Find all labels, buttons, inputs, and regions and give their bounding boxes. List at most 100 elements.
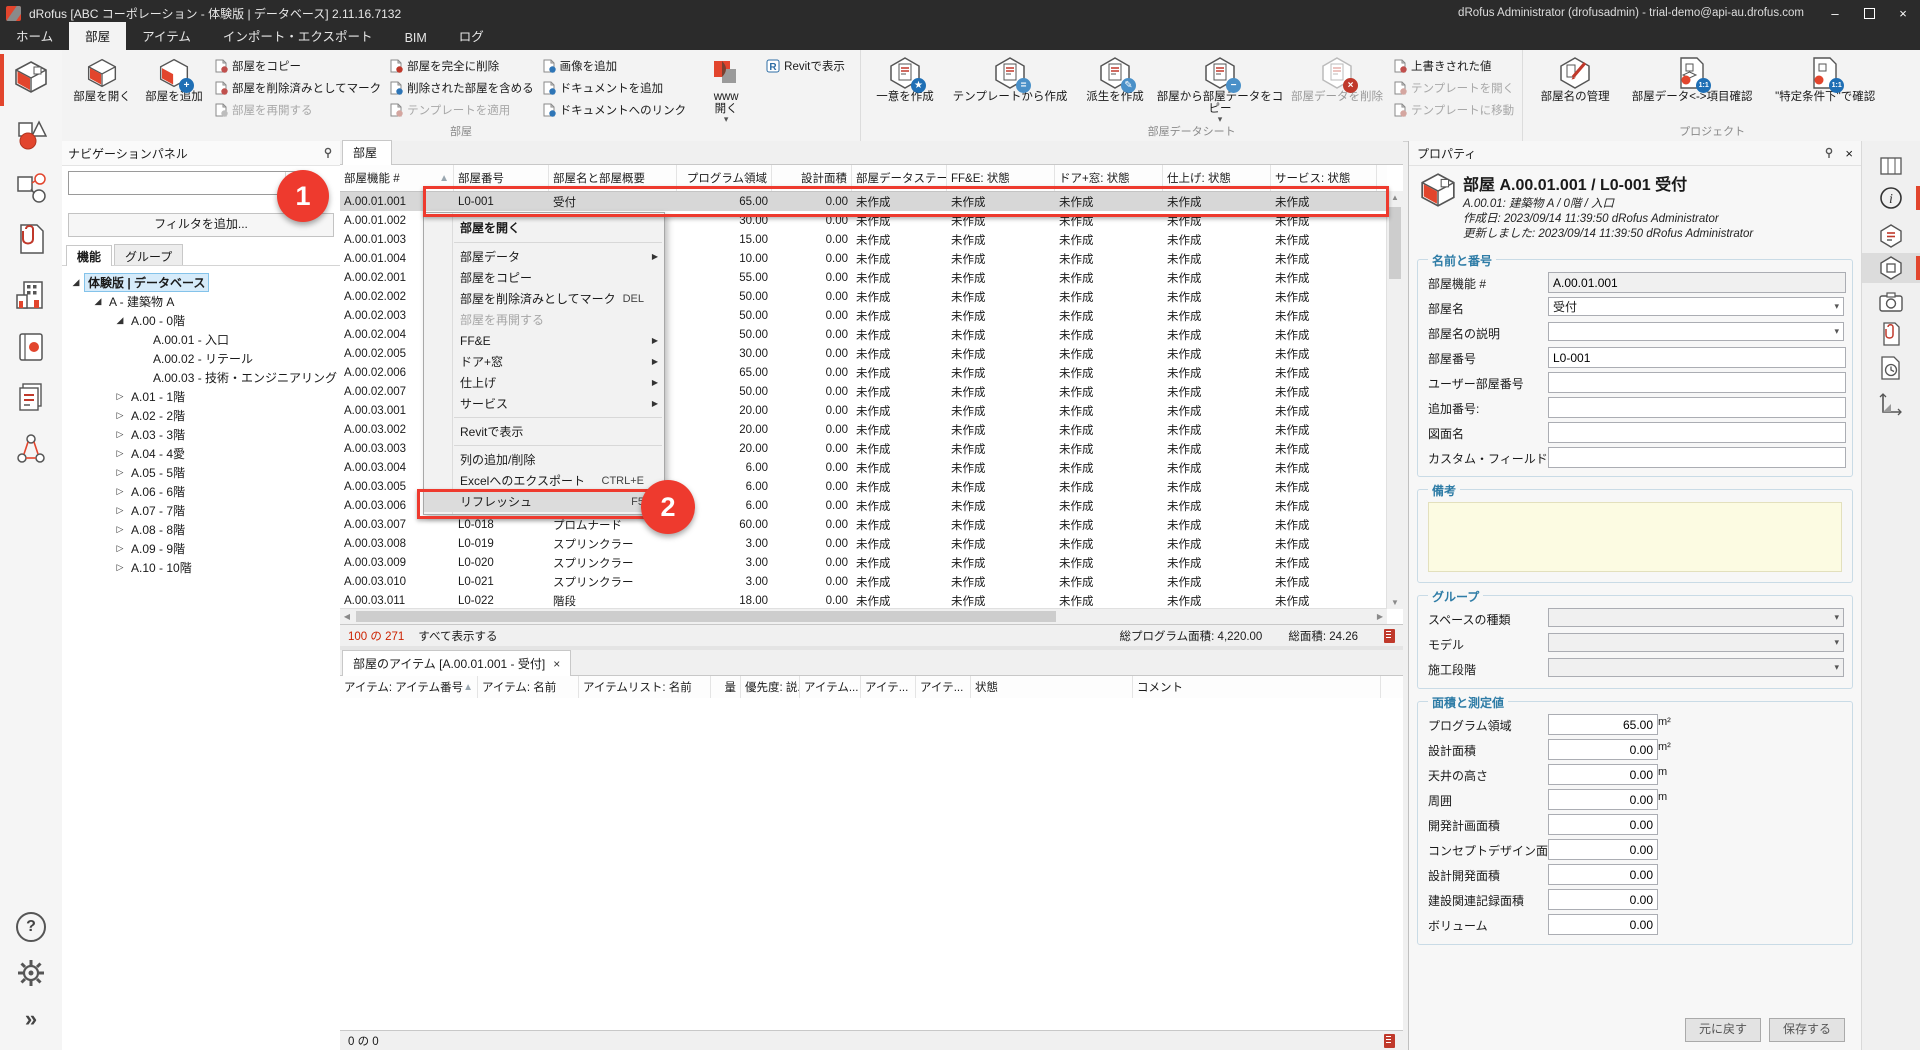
tree-item[interactable]: A.00.01 - 入口: [62, 330, 340, 349]
ribbon-button[interactable]: ×部屋データを削除: [1285, 52, 1389, 103]
tree-item[interactable]: ▷A.02 - 2階: [62, 406, 340, 425]
menu-tab-1[interactable]: 部屋: [69, 22, 126, 50]
search-input[interactable]: [73, 173, 285, 193]
context-menu-item[interactable]: 列の追加/削除: [424, 449, 664, 470]
field-input[interactable]: [1548, 814, 1658, 835]
context-menu-item[interactable]: ExcelへのエクスポートCTRL+E: [424, 470, 664, 491]
ribbon-button[interactable]: 部屋を完全に削除: [389, 55, 534, 77]
save-button[interactable]: 保存する: [1769, 1018, 1845, 1042]
tree-expander-icon[interactable]: ▷: [112, 505, 128, 516]
ribbon-button[interactable]: 削除された部屋を含める: [389, 77, 534, 99]
tree-item[interactable]: ◢体験版 | データベース: [62, 273, 340, 292]
combo-box[interactable]: ▾: [1548, 608, 1844, 627]
field-input[interactable]: [1548, 764, 1658, 785]
combo-box[interactable]: ▾: [1548, 633, 1844, 652]
combo-box[interactable]: ▾: [1548, 658, 1844, 677]
field-input[interactable]: [1548, 372, 1846, 393]
sidebar-item-linked-items[interactable]: [12, 168, 50, 206]
attachments-panel-button[interactable]: [1862, 319, 1920, 349]
pin-icon[interactable]: [322, 147, 334, 159]
combo-box[interactable]: 受付▾: [1548, 297, 1844, 316]
tab-rooms[interactable]: 部屋: [342, 140, 392, 165]
scroll-right-icon[interactable]: ▶: [1373, 609, 1387, 624]
context-menu-item[interactable]: FF&E▶: [424, 330, 664, 351]
table-row[interactable]: A.00.03.010L0-021スプリンクラー3.000.00未作成未作成未作…: [340, 572, 1387, 591]
field-input[interactable]: [1548, 739, 1658, 760]
context-menu-item[interactable]: 部屋データ▶: [424, 246, 664, 267]
room-data-sheet-button[interactable]: [1862, 221, 1920, 251]
tab-room-items[interactable]: 部屋のアイテム [A.00.01.001 - 受付] ×: [342, 650, 571, 676]
field-input[interactable]: [1548, 347, 1846, 368]
tree-item[interactable]: ▷A.05 - 5階: [62, 463, 340, 482]
close-button[interactable]: ×: [1886, 0, 1920, 26]
tree-item[interactable]: ▷A.10 - 10階: [62, 558, 340, 577]
ribbon-button[interactable]: 部屋を削除済みとしてマーク: [214, 77, 381, 99]
field-input[interactable]: [1548, 864, 1658, 885]
tree-item[interactable]: ▷A.01 - 1階: [62, 387, 340, 406]
show-in-revit-button[interactable]: R Revitで表示: [766, 55, 845, 77]
field-input[interactable]: [1548, 789, 1658, 810]
context-menu-item[interactable]: ドア+窓▶: [424, 351, 664, 372]
tree-expander-icon[interactable]: ▷: [112, 391, 128, 402]
field-input[interactable]: [1548, 914, 1658, 935]
sidebar-item-attachments[interactable]: [12, 220, 50, 258]
ribbon-button[interactable]: 部屋名の管理: [1527, 52, 1623, 103]
column-header-priority[interactable]: 優先度: 説...: [741, 676, 800, 698]
scrollbar-thumb[interactable]: [356, 611, 1056, 622]
tree-item[interactable]: A.00.02 - リテール: [62, 349, 340, 368]
tree-item[interactable]: ▷A.07 - 7階: [62, 501, 340, 520]
ribbon-button[interactable]: ドキュメントを追加: [542, 77, 687, 99]
ribbon-button[interactable]: ★一意を作成: [865, 52, 945, 103]
tab-groups[interactable]: グループ: [114, 244, 183, 265]
measurements-panel-button[interactable]: [1862, 389, 1920, 419]
history-panel-button[interactable]: [1862, 353, 1920, 383]
field-input[interactable]: [1548, 839, 1658, 860]
settings-button[interactable]: [12, 958, 50, 988]
ribbon-button[interactable]: 1:1部屋データ<->項目確認: [1623, 52, 1761, 103]
help-button[interactable]: ?: [12, 912, 50, 942]
tree-expander-icon[interactable]: ▷: [112, 562, 128, 573]
column-header-item-number[interactable]: アイテム: アイテム番号▲: [340, 676, 478, 698]
scrollbar-thumb[interactable]: [1389, 207, 1401, 279]
column-header-status[interactable]: 状態: [971, 676, 1133, 698]
sidebar-item-buildings[interactable]: [12, 276, 50, 314]
menu-tab-0[interactable]: ホーム: [0, 22, 69, 50]
horizontal-scrollbar[interactable]: ◀ ▶: [340, 608, 1387, 624]
table-row[interactable]: A.00.03.008L0-019スプリンクラー3.000.00未作成未作成未作…: [340, 534, 1387, 553]
table-row[interactable]: A.00.03.009L0-020スプリンクラー3.000.00未作成未作成未作…: [340, 553, 1387, 572]
sidebar-item-rooms[interactable]: [12, 58, 50, 96]
field-input[interactable]: [1548, 422, 1846, 443]
tree-expander-icon[interactable]: ▷: [112, 448, 128, 459]
tree-item[interactable]: ▷A.03 - 3階: [62, 425, 340, 444]
context-menu-item[interactable]: サービス▶: [424, 393, 664, 414]
ribbon-button[interactable]: −部屋から部屋データをコピー▾: [1155, 52, 1285, 123]
ribbon-button[interactable]: 部屋を再開する: [214, 99, 381, 121]
menu-tab-4[interactable]: BIM: [389, 27, 443, 50]
tree-item[interactable]: ◢A.00 - 0階: [62, 311, 340, 330]
room-core-data-button[interactable]: [1862, 253, 1920, 283]
menu-tab-3[interactable]: インポート・エクスポート: [207, 22, 389, 50]
context-menu-item[interactable]: 部屋をコピー: [424, 267, 664, 288]
ribbon-button[interactable]: テンプレートを開く: [1393, 77, 1514, 99]
tree-expander-icon[interactable]: ◢: [90, 296, 106, 307]
context-menu-item[interactable]: 仕上げ▶: [424, 372, 664, 393]
field-input[interactable]: [1548, 447, 1846, 468]
context-menu-item[interactable]: 部屋を開く: [424, 215, 664, 239]
field-input[interactable]: [1548, 272, 1846, 293]
tree-item[interactable]: A.00.03 - 技術・エンジニアリング: [62, 368, 340, 387]
ribbon-button[interactable]: テンプレートを適用: [389, 99, 534, 121]
tree-expander-icon[interactable]: ◢: [68, 277, 84, 288]
context-menu-item[interactable]: 部屋を再開する: [424, 309, 664, 330]
notes-textarea[interactable]: [1428, 502, 1842, 572]
column-header-item-6[interactable]: アイテ...: [861, 676, 916, 698]
menu-tab-5[interactable]: ログ: [443, 22, 500, 50]
tree-expander-icon[interactable]: ▷: [112, 543, 128, 554]
scroll-up-icon[interactable]: ▲: [1387, 193, 1403, 202]
tree-expander-icon[interactable]: ▷: [112, 524, 128, 535]
pin-icon[interactable]: [1823, 147, 1835, 159]
ribbon-button[interactable]: 1:1"特定条件下"で確認: [1761, 52, 1889, 103]
show-all-link[interactable]: すべて表示する: [418, 628, 497, 644]
maximize-button[interactable]: [1852, 0, 1886, 26]
column-header-itemlist-name[interactable]: アイテムリスト: 名前: [579, 676, 711, 698]
column-header-item-5[interactable]: アイテム...: [800, 676, 861, 698]
